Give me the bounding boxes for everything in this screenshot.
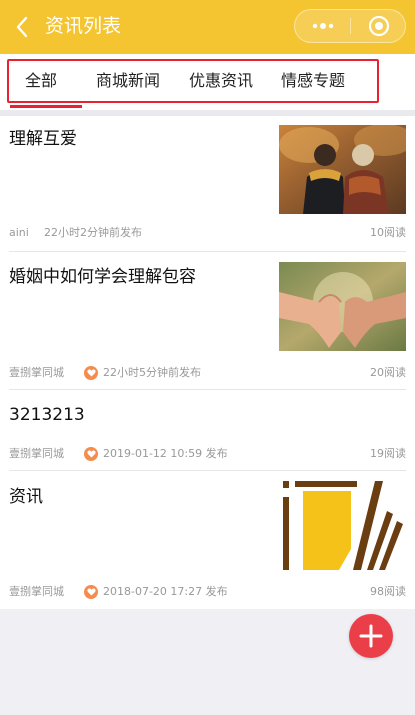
article-author: aini (9, 226, 29, 239)
page-title: 资讯列表 (45, 15, 122, 37)
article-thumbnail (279, 125, 406, 214)
article-author: 壹捌掌同城 (9, 366, 64, 379)
add-button[interactable] (349, 614, 393, 658)
close-mini-program-button[interactable] (351, 10, 406, 42)
article-list: 理解互爱 aini 22小时2分钟前发布 10阅读 婚姻中如何学会理解包容 壹捌… (0, 116, 415, 609)
article-read-count: 20阅读 (370, 366, 406, 379)
list-divider (9, 251, 406, 252)
list-divider (9, 389, 406, 390)
list-divider (9, 470, 406, 471)
article-title: 资讯 (9, 487, 43, 507)
heart-hands-photo (279, 262, 406, 351)
article-thumbnail (279, 262, 406, 351)
article-item[interactable]: 资讯 壹捌掌同城 2018-07-20 17:27 发布 98阅读 (0, 472, 415, 609)
tab-all[interactable]: 全部 (25, 70, 57, 92)
couple-autumn-photo (279, 125, 406, 214)
top-navigation-bar: 资讯列表 (0, 0, 415, 54)
article-read-count: 19阅读 (370, 447, 406, 460)
article-author: 壹捌掌同城 (9, 447, 64, 460)
plus-icon (359, 624, 383, 648)
article-title: 理解互爱 (9, 129, 77, 149)
article-read-count: 10阅读 (370, 226, 406, 239)
tab-promotions[interactable]: 优惠资讯 (189, 70, 253, 92)
back-button[interactable] (10, 12, 34, 42)
article-author: 壹捌掌同城 (9, 585, 64, 598)
tab-mall-news[interactable]: 商城新闻 (96, 70, 160, 92)
active-tab-indicator (10, 105, 82, 108)
category-tabs: 全部 商城新闻 优惠资讯 情感专题 (0, 54, 415, 110)
tab-emotion-topics[interactable]: 情感专题 (281, 70, 345, 92)
mini-program-capsule (294, 9, 406, 43)
article-title: 婚姻中如何学会理解包容 (9, 267, 196, 287)
article-thumbnail (279, 481, 406, 570)
heart-icon (84, 447, 98, 461)
article-publish-time: 2018-07-20 17:27 发布 (103, 585, 228, 598)
article-item[interactable]: 3213213 壹捌掌同城 2019-01-12 10:59 发布 19阅读 (0, 391, 415, 471)
article-title: 3213213 (9, 405, 85, 425)
target-circle-icon (368, 15, 389, 37)
heart-icon (84, 366, 98, 380)
article-publish-time: 22小时2分钟前发布 (44, 226, 142, 239)
article-item[interactable]: 理解互爱 aini 22小时2分钟前发布 10阅读 (0, 116, 415, 253)
article-publish-time: 22小时5分钟前发布 (103, 366, 201, 379)
ellipsis-icon (312, 23, 333, 29)
heart-icon (84, 585, 98, 599)
article-item[interactable]: 婚姻中如何学会理解包容 壹捌掌同城 22小时5分钟前发布 20阅读 (0, 253, 415, 391)
article-publish-time: 2019-01-12 10:59 发布 (103, 447, 228, 460)
article-read-count: 98阅读 (370, 585, 406, 598)
chevron-left-icon (16, 16, 28, 38)
yellow-brown-graphic (279, 481, 406, 570)
more-button[interactable] (295, 10, 350, 42)
